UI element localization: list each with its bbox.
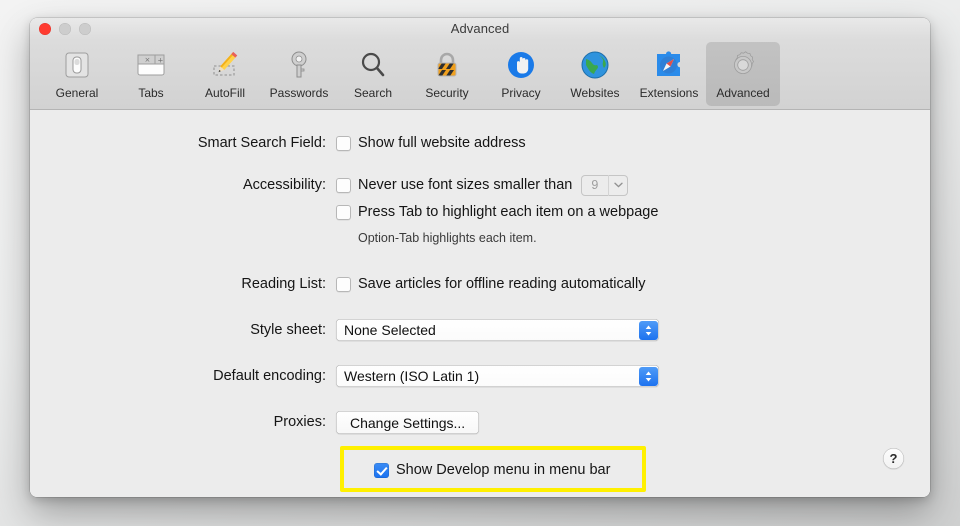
setting-row-option-tab-note: Option-Tab highlights each item. xyxy=(30,227,930,249)
setting-row-style-sheet: Style sheet: None Selected xyxy=(30,319,930,341)
setting-row-press-tab: Press Tab to highlight each item on a we… xyxy=(30,201,930,223)
preferences-toolbar: General × + Tabs AutoFill Passwords Sear… xyxy=(30,40,930,110)
save-articles-offline-label: Save articles for offline reading automa… xyxy=(358,276,646,292)
extensions-icon xyxy=(651,47,687,83)
never-use-font-sizes-label: Never use font sizes smaller than xyxy=(358,177,573,193)
toolbar-tab-label: Search xyxy=(353,86,393,100)
minimum-font-size-combo[interactable]: 9 xyxy=(581,174,629,196)
toolbar-tab-label: Advanced xyxy=(716,86,770,100)
preferences-window: Advanced General × + Tabs AutoFill Passw… xyxy=(30,18,930,497)
toolbar-tab-advanced[interactable]: Advanced xyxy=(706,42,780,106)
advanced-settings-pane: Smart Search Field: Show full website ad… xyxy=(30,110,930,497)
style-sheet-value: None Selected xyxy=(344,322,436,338)
security-icon xyxy=(429,47,465,83)
change-settings-button[interactable]: Change Settings... xyxy=(336,411,480,434)
default-encoding-popup-button[interactable]: Western (ISO Latin 1) xyxy=(336,365,659,387)
show-full-website-address-checkbox[interactable] xyxy=(336,135,351,151)
minimum-font-size-value: 9 xyxy=(591,178,599,192)
svg-text:+: + xyxy=(158,56,164,64)
privacy-icon xyxy=(503,47,539,83)
setting-row-develop-menu: Show Develop menu in menu bar xyxy=(374,461,610,479)
toolbar-tab-label: Privacy xyxy=(501,86,541,100)
default-encoding-label: Default encoding: xyxy=(213,368,326,384)
toolbar-tab-label: AutoFill xyxy=(204,86,245,100)
toolbar-tab-extensions[interactable]: Extensions xyxy=(632,42,706,106)
show-full-website-address-label: Show full website address xyxy=(358,135,526,151)
toolbar-tab-label: Tabs xyxy=(138,86,164,100)
never-use-font-sizes-checkbox[interactable] xyxy=(336,177,351,193)
window-titlebar: Advanced xyxy=(30,18,930,40)
updown-chevrons-icon xyxy=(638,366,658,386)
autofill-icon xyxy=(207,47,243,83)
show-develop-menu-label: Show Develop menu in menu bar xyxy=(396,462,611,478)
toolbar-tab-label: Extensions xyxy=(639,86,699,100)
toolbar-tab-label: Security xyxy=(425,86,469,100)
toolbar-tab-autofill[interactable]: AutoFill xyxy=(188,42,262,106)
window-title: Advanced xyxy=(450,21,510,36)
default-encoding-value: Western (ISO Latin 1) xyxy=(344,368,480,384)
websites-icon xyxy=(577,47,613,83)
reading-list-label: Reading List: xyxy=(241,276,326,292)
press-tab-highlight-label: Press Tab to highlight each item on a we… xyxy=(358,204,659,220)
toolbar-tab-search[interactable]: Search xyxy=(336,42,410,106)
tabs-icon: × + xyxy=(133,47,169,83)
toolbar-tab-privacy[interactable]: Privacy xyxy=(484,42,558,106)
setting-row-smart-search-field: Smart Search Field: Show full website ad… xyxy=(30,132,930,154)
proxies-label: Proxies: xyxy=(273,414,326,430)
svg-text:×: × xyxy=(145,56,151,64)
smart-search-field-label: Smart Search Field: xyxy=(197,135,326,151)
save-articles-offline-checkbox[interactable] xyxy=(336,276,351,292)
setting-row-default-encoding: Default encoding: Western (ISO Latin 1) xyxy=(30,365,930,387)
toolbar-tab-passwords[interactable]: Passwords xyxy=(262,42,336,106)
passwords-icon xyxy=(281,47,317,83)
chevron-down-icon xyxy=(608,174,628,196)
advanced-icon xyxy=(725,47,761,83)
style-sheet-label: Style sheet: xyxy=(250,322,326,338)
search-icon xyxy=(355,47,391,83)
setting-row-proxies: Proxies: Change Settings... xyxy=(30,411,930,434)
toolbar-tab-general[interactable]: General xyxy=(40,42,114,106)
style-sheet-popup-button[interactable]: None Selected xyxy=(336,319,659,341)
setting-row-accessibility: Accessibility: Never use font sizes smal… xyxy=(30,174,930,196)
updown-chevrons-icon xyxy=(638,320,658,340)
press-tab-highlight-checkbox[interactable] xyxy=(336,204,351,220)
option-tab-note: Option-Tab highlights each item. xyxy=(358,231,537,245)
toolbar-tab-websites[interactable]: Websites xyxy=(558,42,632,106)
toolbar-tab-label: Passwords xyxy=(269,86,329,100)
general-icon xyxy=(59,47,95,83)
help-button[interactable]: ? xyxy=(883,448,904,469)
show-develop-menu-checkbox[interactable] xyxy=(374,462,389,478)
setting-row-reading-list: Reading List: Save articles for offline … xyxy=(30,273,930,295)
toolbar-tab-tabs[interactable]: × + Tabs xyxy=(114,42,188,106)
accessibility-label: Accessibility: xyxy=(243,177,326,193)
toolbar-tab-label: Websites xyxy=(570,86,620,100)
toolbar-tab-label: General xyxy=(55,86,99,100)
toolbar-tab-security[interactable]: Security xyxy=(410,42,484,106)
